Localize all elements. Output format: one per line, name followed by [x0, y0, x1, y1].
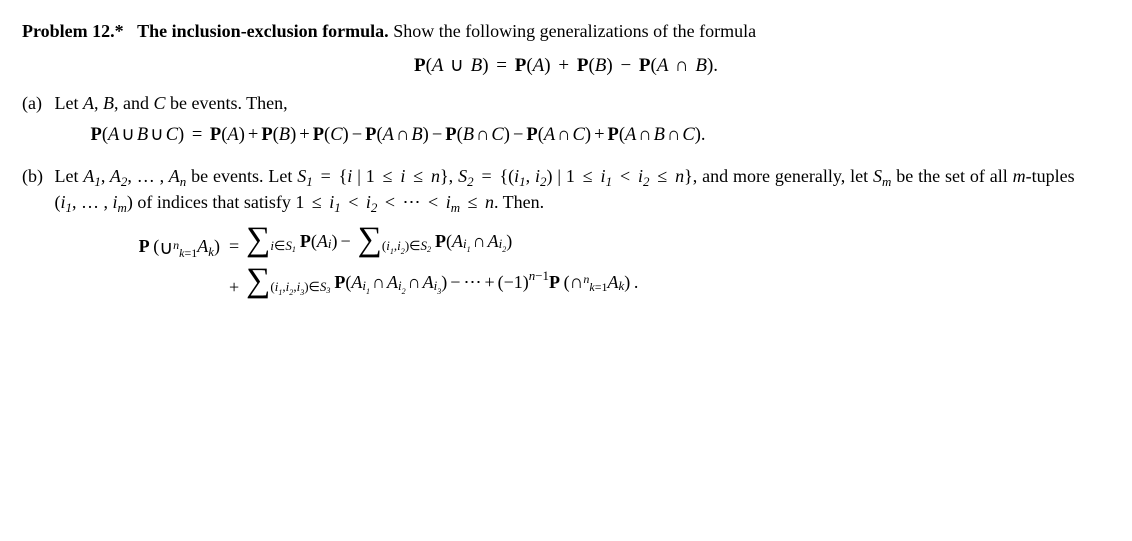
- part-b: (b) Let A1, A2, … , An be events. Let S1…: [22, 163, 1110, 215]
- problem-number: Problem 12.*: [22, 21, 124, 41]
- part-b-body: Let A1, A2, … , An be events. Let S1 = {…: [55, 163, 1075, 215]
- heading-line: Problem 12.* The inclusion-exclusion for…: [22, 18, 1110, 44]
- eq-lhs: P (∪nk=1Ak): [58, 223, 226, 263]
- problem-title: The inclusion-exclusion formula.: [128, 21, 389, 41]
- part-b-label: (b): [22, 163, 50, 189]
- formula-three-set: P(A∪B∪C) = P(A)+P(B)+P(C)−P(A∩B)−P(B∩C)−…: [91, 122, 1075, 149]
- part-a-label: (a): [22, 90, 50, 116]
- part-a-body: Let A, B, and C be events. Then, P(A∪B∪C…: [55, 90, 1075, 157]
- sum-S1: ∑i∈S1: [246, 225, 296, 257]
- eq-rhs-line1: = ∑i∈S1 P(Ai) − ∑(i1,i2)∈S2 P(Ai1 ∩ Ai2): [226, 223, 512, 259]
- eq-rhs-line2: + ∑(i1,i2,i3)∈S3 P(Ai1 ∩ Ai2 ∩ Ai3) − ⋯ …: [226, 264, 638, 300]
- formula-two-set: P(A ∪ B) = P(A) + P(B) − P(A ∩ B).: [22, 52, 1110, 80]
- formula-n-set: P (∪nk=1Ak) = ∑i∈S1 P(Ai) − ∑(i1,i2)∈S2 …: [58, 223, 1110, 301]
- part-a: (a) Let A, B, and C be events. Then, P(A…: [22, 90, 1110, 157]
- sum-S2: ∑(i1,i2)∈S2: [358, 225, 431, 257]
- sum-S3: ∑(i1,i2,i3)∈S3: [246, 266, 330, 298]
- problem-block: Problem 12.* The inclusion-exclusion for…: [22, 18, 1110, 300]
- intro-text: Show the following generalizations of th…: [393, 21, 756, 41]
